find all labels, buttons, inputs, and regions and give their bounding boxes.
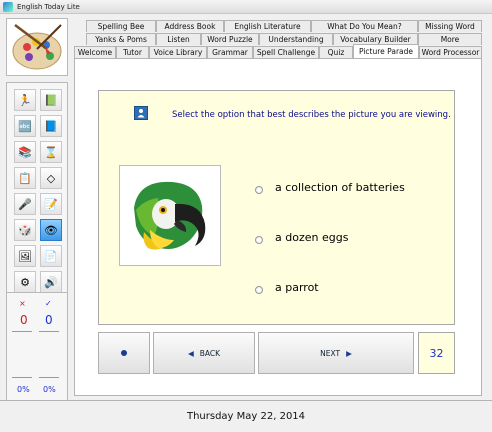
next-arrow-icon: ▶ — [346, 348, 352, 358]
teacher-icon[interactable]: 🏃 — [14, 89, 36, 111]
eye-icon[interactable]: 👁 — [40, 219, 62, 241]
tab-what-do-you-mean[interactable]: What Do You Mean? — [311, 20, 418, 32]
score-panel: × ✓ 0 0 0% 0% ■ ○+ — [6, 292, 68, 414]
option-3-radio[interactable] — [255, 286, 263, 294]
spelling-icon[interactable]: 🔤 — [14, 115, 36, 137]
record-button[interactable] — [98, 332, 150, 374]
right-mark-icon: ✓ — [45, 299, 52, 308]
app-icon — [3, 1, 13, 12]
record-icon — [121, 350, 127, 356]
wrong-percent: 0% — [17, 385, 30, 394]
option-3[interactable]: a parrot — [255, 281, 319, 294]
tab-understanding[interactable]: Understanding — [259, 33, 333, 45]
right-pct-divider — [39, 377, 59, 378]
option-3-label[interactable]: a parrot — [275, 281, 319, 294]
game-icon[interactable]: 🎲 — [14, 219, 36, 241]
left-panel: 🏃 📗 🔤 📘 📚 ⌛ 📋 ◇ 🎤 📝 🎲 👁 🖼 📄 ⚙ 🔊 × ✓ 0 0 … — [0, 18, 74, 414]
settings-icon[interactable]: ⚙ — [14, 271, 36, 293]
tool-panel: 🏃 📗 🔤 📘 📚 ⌛ 📋 ◇ 🎤 📝 🎲 👁 🖼 📄 ⚙ 🔊 — [6, 82, 68, 298]
right-divider — [39, 331, 59, 332]
tab-spell-challenge[interactable]: Spell Challenge — [253, 46, 319, 58]
question-counter: 32 — [418, 332, 455, 374]
wrong-mark-icon: × — [19, 299, 26, 308]
question-panel: Select the option that best describes th… — [98, 90, 455, 325]
image-icon[interactable]: 🖼 — [14, 245, 36, 267]
tab-yanks-and-poms[interactable]: Yanks & Poms — [86, 33, 156, 45]
title-bar: English Today Lite — [0, 0, 492, 14]
tab-english-literature[interactable]: English Literature — [224, 20, 311, 32]
tab-listen[interactable]: Listen — [156, 33, 201, 45]
notes-icon[interactable]: 📝 — [40, 193, 62, 215]
microphone-icon[interactable]: 🎤 — [14, 193, 36, 215]
tab-quiz[interactable]: Quiz — [319, 46, 353, 58]
tab-word-puzzle[interactable]: Word Puzzle — [201, 33, 259, 45]
next-label: NEXT — [320, 348, 341, 358]
wrong-count: 0 — [20, 313, 28, 327]
right-percent: 0% — [43, 385, 56, 394]
status-bar: Thursday May 22, 2014 — [0, 400, 492, 432]
tab-tutor[interactable]: Tutor — [116, 46, 149, 58]
study-icon[interactable]: 📚 — [14, 141, 36, 163]
back-button[interactable]: ◀ BACK — [153, 332, 255, 374]
option-1[interactable]: a collection of batteries — [255, 181, 405, 194]
option-1-label[interactable]: a collection of batteries — [275, 181, 405, 194]
parrot-picture — [119, 165, 221, 266]
tab-picture-parade[interactable]: Picture Parade — [353, 44, 419, 58]
option-2-radio[interactable] — [255, 236, 263, 244]
user-icon — [134, 106, 148, 120]
wrong-divider — [12, 331, 32, 332]
tab-missing-word[interactable]: Missing Word — [418, 20, 482, 32]
tab-more[interactable]: More — [418, 33, 482, 45]
eraser-icon[interactable]: ◇ — [40, 167, 62, 189]
question-prompt: Select the option that best describes th… — [172, 110, 451, 120]
hourglass-icon[interactable]: ⌛ — [40, 141, 62, 163]
tab-strip: Spelling Bee Address Book English Litera… — [74, 18, 482, 60]
window-title: English Today Lite — [17, 2, 80, 11]
audio-icon[interactable]: 🔊 — [40, 271, 62, 293]
status-date: Thursday May 22, 2014 — [186, 411, 306, 422]
tab-voice-library[interactable]: Voice Library — [149, 46, 207, 58]
next-button[interactable]: NEXT ▶ — [258, 332, 414, 374]
vocabulary-icon[interactable]: 📗 — [40, 89, 62, 111]
book-icon[interactable]: 📘 — [40, 115, 62, 137]
logo-icon — [6, 18, 68, 76]
option-2[interactable]: a dozen eggs — [255, 231, 348, 244]
option-2-label[interactable]: a dozen eggs — [275, 231, 348, 244]
tab-grammar[interactable]: Grammar — [207, 46, 253, 58]
back-arrow-icon: ◀ — [187, 348, 194, 358]
picture-parade-content: Select the option that best describes th… — [74, 58, 482, 396]
back-label: BACK — [199, 348, 221, 358]
document-icon[interactable]: 📄 — [40, 245, 62, 267]
wrong-pct-divider — [12, 377, 32, 378]
tab-welcome[interactable]: Welcome — [74, 46, 116, 58]
right-count: 0 — [45, 313, 53, 327]
lesson-icon[interactable]: 📋 — [14, 167, 36, 189]
option-1-radio[interactable] — [255, 186, 263, 194]
tab-address-book[interactable]: Address Book — [156, 20, 224, 32]
tab-spelling-bee[interactable]: Spelling Bee — [86, 20, 156, 32]
tab-word-processor[interactable]: Word Processor — [419, 46, 482, 58]
